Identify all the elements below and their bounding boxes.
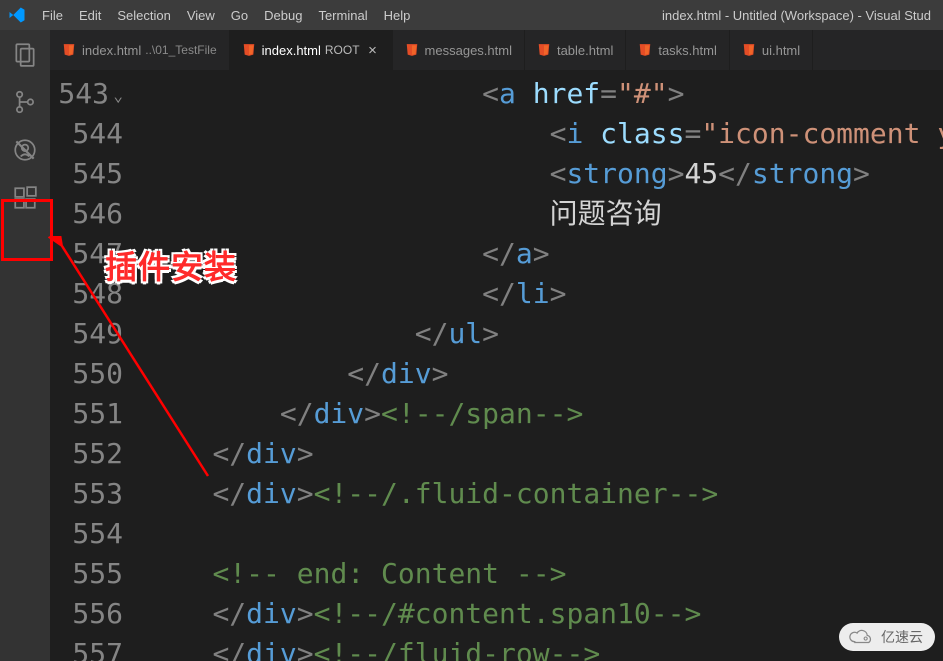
code-line[interactable]: </div><!--/.fluid-container--> bbox=[145, 474, 943, 514]
line-number: 551 bbox=[50, 394, 123, 434]
line-number-gutter: 543⌄544545546547548549550551552553554555… bbox=[50, 70, 145, 661]
editor-tab[interactable]: messages.html bbox=[393, 30, 525, 70]
menu-edit[interactable]: Edit bbox=[71, 4, 109, 27]
code-line[interactable]: <a href="#"> bbox=[145, 74, 943, 114]
editor-tabs: index.html ..\01_TestFile index.html ROOT × m… bbox=[50, 30, 943, 70]
line-number: 554 bbox=[50, 514, 123, 554]
line-number: 548 bbox=[50, 274, 123, 314]
editor-tab[interactable]: table.html bbox=[525, 30, 626, 70]
tab-label: ui.html bbox=[762, 43, 800, 58]
code-line[interactable]: </div><!--/span--> bbox=[145, 394, 943, 434]
line-number: 547 bbox=[50, 234, 123, 274]
line-number: 545 bbox=[50, 154, 123, 194]
html-file-icon bbox=[242, 43, 256, 57]
menu-view[interactable]: View bbox=[179, 4, 223, 27]
editor-tab[interactable]: tasks.html bbox=[626, 30, 730, 70]
editor-tab[interactable]: index.html ROOT × bbox=[230, 30, 393, 70]
code-content[interactable]: <a href="#"> <i class="icon-comment yel … bbox=[145, 70, 943, 661]
tab-label: index.html bbox=[82, 43, 141, 58]
code-line[interactable] bbox=[145, 514, 943, 554]
code-line[interactable]: </div> bbox=[145, 434, 943, 474]
editor-group: index.html ..\01_TestFile index.html ROOT × m… bbox=[50, 30, 943, 661]
code-line[interactable]: <!-- end: Content --> bbox=[145, 554, 943, 594]
line-number: 552 bbox=[50, 434, 123, 474]
code-line[interactable]: </a> bbox=[145, 234, 943, 274]
html-file-icon bbox=[638, 43, 652, 57]
html-file-icon bbox=[62, 43, 76, 57]
tab-label: messages.html bbox=[425, 43, 512, 58]
fold-icon[interactable]: ⌄ bbox=[113, 76, 123, 116]
menu-terminal[interactable]: Terminal bbox=[310, 4, 375, 27]
vscode-logo-icon bbox=[8, 6, 26, 24]
source-control-icon[interactable] bbox=[11, 88, 39, 116]
html-file-icon bbox=[537, 43, 551, 57]
code-line[interactable]: </ul> bbox=[145, 314, 943, 354]
menu-go[interactable]: Go bbox=[223, 4, 256, 27]
code-line[interactable]: </div><!--/fluid-row--> bbox=[145, 634, 943, 661]
code-line[interactable]: 问题咨询 bbox=[145, 194, 943, 234]
line-number: 549 bbox=[50, 314, 123, 354]
menu-file[interactable]: File bbox=[34, 4, 71, 27]
tab-sublabel: ROOT bbox=[325, 43, 360, 57]
explorer-icon[interactable] bbox=[11, 40, 39, 68]
code-line[interactable]: <i class="icon-comment yel bbox=[145, 114, 943, 154]
code-line[interactable]: </div><!--/#content.span10--> bbox=[145, 594, 943, 634]
menu-help[interactable]: Help bbox=[376, 4, 419, 27]
tab-sublabel: ..\01_TestFile bbox=[145, 43, 216, 57]
tab-label: tasks.html bbox=[658, 43, 717, 58]
code-line[interactable]: </div> bbox=[145, 354, 943, 394]
line-number: 555 bbox=[50, 554, 123, 594]
activity-bar bbox=[0, 30, 50, 661]
line-number: 546 bbox=[50, 194, 123, 234]
text-editor[interactable]: 543⌄544545546547548549550551552553554555… bbox=[50, 70, 943, 661]
line-number: 556 bbox=[50, 594, 123, 634]
code-line[interactable]: </li> bbox=[145, 274, 943, 314]
menu-debug[interactable]: Debug bbox=[256, 4, 310, 27]
tab-label: index.html bbox=[262, 43, 321, 58]
line-number: 550 bbox=[50, 354, 123, 394]
close-icon[interactable]: × bbox=[366, 42, 380, 59]
menu-selection[interactable]: Selection bbox=[109, 4, 178, 27]
line-number: 553 bbox=[50, 474, 123, 514]
html-file-icon bbox=[742, 43, 756, 57]
editor-tab[interactable]: ui.html bbox=[730, 30, 813, 70]
editor-tab[interactable]: index.html ..\01_TestFile bbox=[50, 30, 230, 70]
extensions-icon[interactable] bbox=[11, 184, 39, 212]
tab-label: table.html bbox=[557, 43, 613, 58]
line-number: 543⌄ bbox=[50, 74, 123, 114]
titlebar: File Edit Selection View Go Debug Termin… bbox=[0, 0, 943, 30]
window-title: index.html - Untitled (Workspace) - Visu… bbox=[418, 8, 935, 23]
html-file-icon bbox=[405, 43, 419, 57]
debug-icon[interactable] bbox=[11, 136, 39, 164]
code-line[interactable]: <strong>45</strong> bbox=[145, 154, 943, 194]
line-number: 557 bbox=[50, 634, 123, 661]
line-number: 544 bbox=[50, 114, 123, 154]
menu-bar: File Edit Selection View Go Debug Termin… bbox=[34, 4, 418, 27]
